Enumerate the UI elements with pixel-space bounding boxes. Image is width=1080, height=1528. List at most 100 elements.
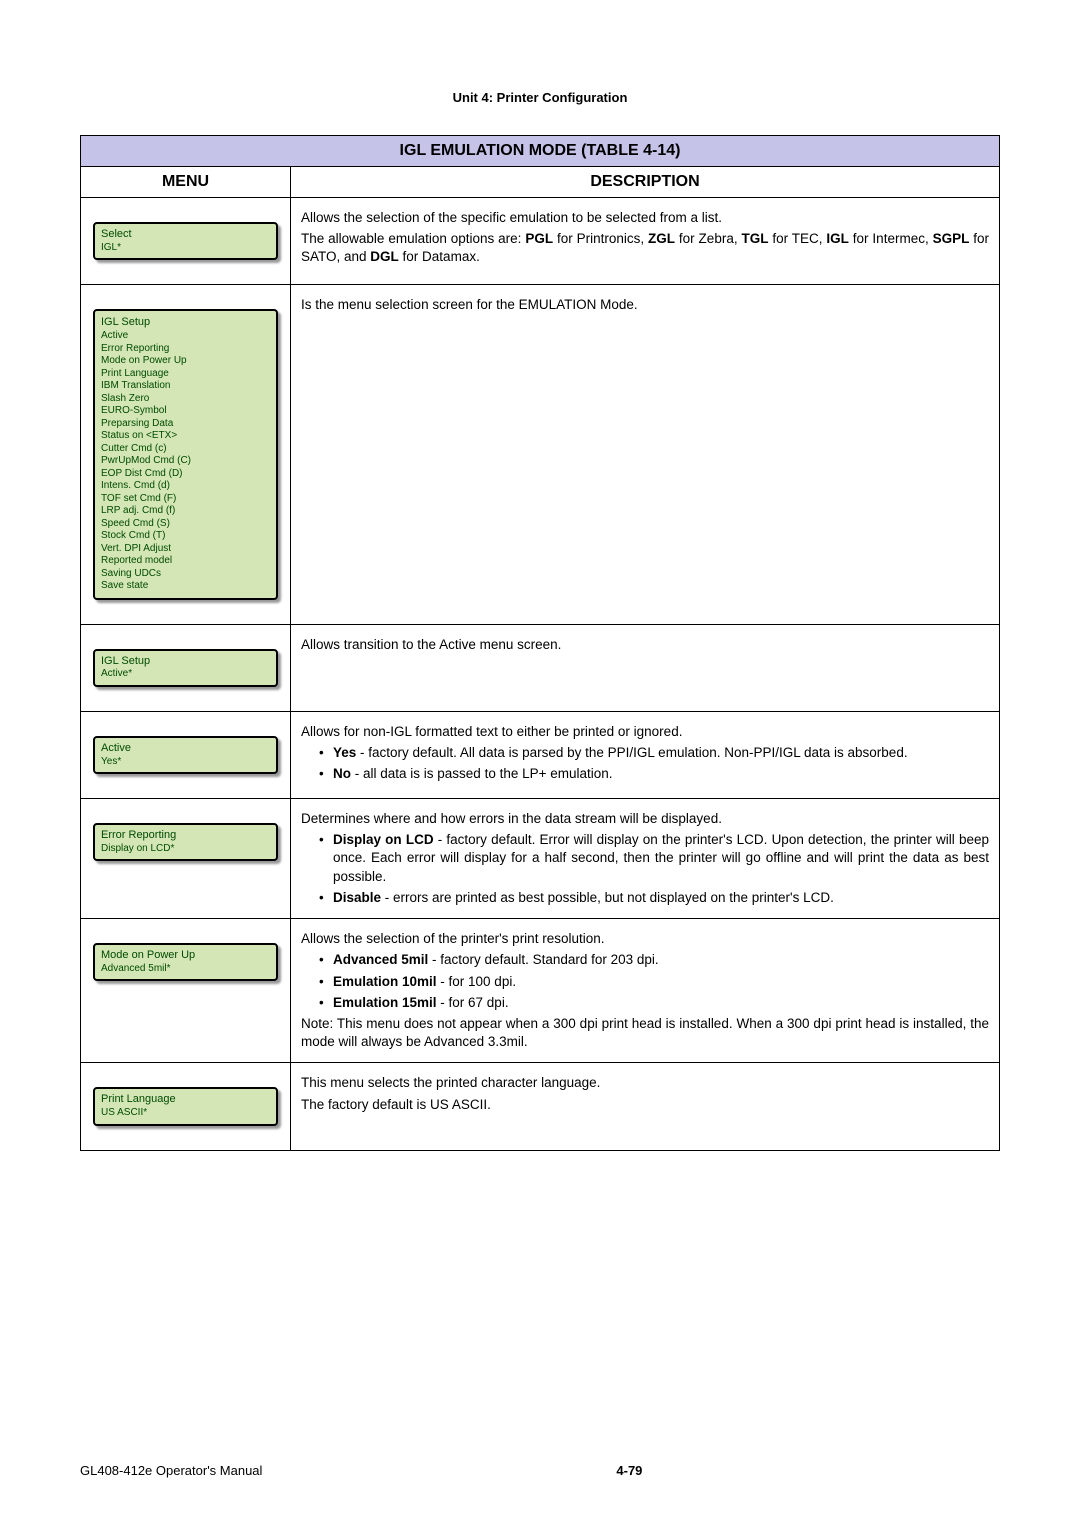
unit-header: Unit 4: Printer Configuration (80, 90, 1000, 105)
lcd-panel: Error Reporting Display on LCD* (93, 823, 278, 861)
table-row: IGL Setup ActiveError ReportingMode on P… (81, 285, 1000, 624)
text-bold: PGL (525, 231, 553, 246)
table-row: Print Language US ASCII* This menu selec… (81, 1063, 1000, 1150)
lcd-title: Active (101, 742, 270, 756)
desc-text: The factory default is US ASCII. (301, 1096, 989, 1114)
lcd-panel: Print Language US ASCII* (93, 1087, 278, 1125)
lcd-panel: IGL Setup Active* (93, 649, 278, 687)
col-header-desc: DESCRIPTION (291, 167, 1000, 198)
lcd-value: Active* (101, 668, 270, 681)
list-item: Advanced 5mil - factory default. Standar… (319, 951, 989, 969)
lcd-item: Active (101, 330, 270, 343)
lcd-title: Print Language (101, 1093, 270, 1107)
lcd-item: Reported model (101, 555, 270, 568)
table-row: Mode on Power Up Advanced 5mil* Allows t… (81, 919, 1000, 1063)
desc-text: The allowable emulation options are: PGL… (301, 230, 989, 266)
text: - factory default. Standard for 203 dpi. (428, 952, 658, 967)
text: The allowable emulation options are: (301, 231, 525, 246)
lcd-item: Status on <ETX> (101, 430, 270, 443)
text: - all data is is passed to the LP+ emula… (351, 766, 613, 781)
lcd-value: US ASCII* (101, 1107, 270, 1120)
lcd-title: Error Reporting (101, 829, 270, 843)
desc-text: Allows the selection of the specific emu… (301, 209, 989, 227)
lcd-panel: Mode on Power Up Advanced 5mil* (93, 943, 278, 981)
lcd-item: EOP Dist Cmd (D) (101, 468, 270, 481)
lcd-item: IBM Translation (101, 380, 270, 393)
desc-text: Allows for non-IGL formatted text to eit… (301, 723, 989, 741)
lcd-item: PwrUpMod Cmd (C) (101, 455, 270, 468)
lcd-title: Select (101, 228, 270, 242)
text: - for 100 dpi. (437, 974, 517, 989)
lcd-value: Display on LCD* (101, 843, 270, 856)
list-item: No - all data is is passed to the LP+ em… (319, 765, 989, 783)
text-bold: IGL (826, 231, 849, 246)
lcd-item: Save state (101, 580, 270, 593)
list-item: Yes - factory default. All data is parse… (319, 744, 989, 762)
text-bold: Disable (333, 890, 381, 905)
lcd-item: Speed Cmd (S) (101, 518, 270, 531)
text: for Printronics, (553, 231, 648, 246)
lcd-title: IGL Setup (101, 316, 270, 330)
lcd-item: Slash Zero (101, 393, 270, 406)
lcd-item: LRP adj. Cmd (f) (101, 505, 270, 518)
lcd-item: Saving UDCs (101, 568, 270, 581)
text-bold: ZGL (648, 231, 675, 246)
text: for Intermec, (849, 231, 933, 246)
lcd-item: EURO-Symbol (101, 405, 270, 418)
list-item: Emulation 10mil - for 100 dpi. (319, 973, 989, 991)
col-header-menu: MENU (81, 167, 291, 198)
lcd-item: Cutter Cmd (c) (101, 443, 270, 456)
lcd-panel: Select IGL* (93, 222, 278, 260)
lcd-title: IGL Setup (101, 655, 270, 669)
lcd-item: Error Reporting (101, 343, 270, 356)
table-header-row: MENU DESCRIPTION (81, 167, 1000, 198)
lcd-item: Mode on Power Up (101, 355, 270, 368)
lcd-value: Advanced 5mil* (101, 963, 270, 976)
lcd-panel: IGL Setup ActiveError ReportingMode on P… (93, 309, 278, 599)
lcd-item: TOF set Cmd (F) (101, 493, 270, 506)
list-item: Emulation 15mil - for 67 dpi. (319, 994, 989, 1012)
table-title: IGL EMULATION MODE (TABLE 4-14) (81, 136, 1000, 167)
lcd-panel: Active Yes* (93, 736, 278, 774)
desc-text: Is the menu selection screen for the EMU… (301, 296, 989, 314)
table-row: IGL Setup Active* Allows transition to t… (81, 624, 1000, 711)
lcd-item: Stock Cmd (T) (101, 530, 270, 543)
bullet-list: Advanced 5mil - factory default. Standar… (301, 951, 989, 1012)
page-footer: GL408-412e Operator's Manual 4-79 . (80, 1463, 1000, 1478)
table-row: Select IGL* Allows the selection of the … (81, 198, 1000, 285)
table-row: Error Reporting Display on LCD* Determin… (81, 799, 1000, 919)
list-item: Disable - errors are printed as best pos… (319, 889, 989, 907)
text-bold: Display on LCD (333, 832, 434, 847)
text: for Zebra, (675, 231, 741, 246)
text-bold: Emulation 15mil (333, 995, 437, 1010)
text-bold: SGPL (933, 231, 970, 246)
text-bold: DGL (370, 249, 399, 264)
lcd-value: IGL* (101, 242, 270, 255)
text-bold: TGL (741, 231, 768, 246)
lcd-title: Mode on Power Up (101, 949, 270, 963)
text: - factory default. All data is parsed by… (356, 745, 907, 760)
lcd-item: Preparsing Data (101, 418, 270, 431)
bullet-list: Yes - factory default. All data is parse… (301, 744, 989, 783)
table-title-row: IGL EMULATION MODE (TABLE 4-14) (81, 136, 1000, 167)
lcd-value: Yes* (101, 756, 270, 769)
desc-text: Determines where and how errors in the d… (301, 810, 989, 828)
text-bold: Emulation 10mil (333, 974, 437, 989)
bullet-list: Display on LCD - factory default. Error … (301, 831, 989, 907)
table-row: Active Yes* Allows for non-IGL formatted… (81, 711, 1000, 798)
text: - for 67 dpi. (437, 995, 509, 1010)
desc-text: Note: This menu does not appear when a 3… (301, 1015, 989, 1051)
footer-page-number: 4-79 (616, 1463, 642, 1478)
lcd-item: Vert. DPI Adjust (101, 543, 270, 556)
list-item: Display on LCD - factory default. Error … (319, 831, 989, 886)
page: Unit 4: Printer Configuration IGL EMULAT… (0, 0, 1080, 1528)
text: - errors are printed as best possible, b… (381, 890, 834, 905)
lcd-item-list: ActiveError ReportingMode on Power UpPri… (101, 330, 270, 593)
lcd-item: Intens. Cmd (d) (101, 480, 270, 493)
text: for Datamax. (399, 249, 480, 264)
footer-left: GL408-412e Operator's Manual (80, 1463, 262, 1478)
desc-text: This menu selects the printed character … (301, 1074, 989, 1092)
desc-text: Allows the selection of the printer's pr… (301, 930, 989, 948)
desc-text: Allows transition to the Active menu scr… (301, 636, 989, 654)
lcd-item: Print Language (101, 368, 270, 381)
